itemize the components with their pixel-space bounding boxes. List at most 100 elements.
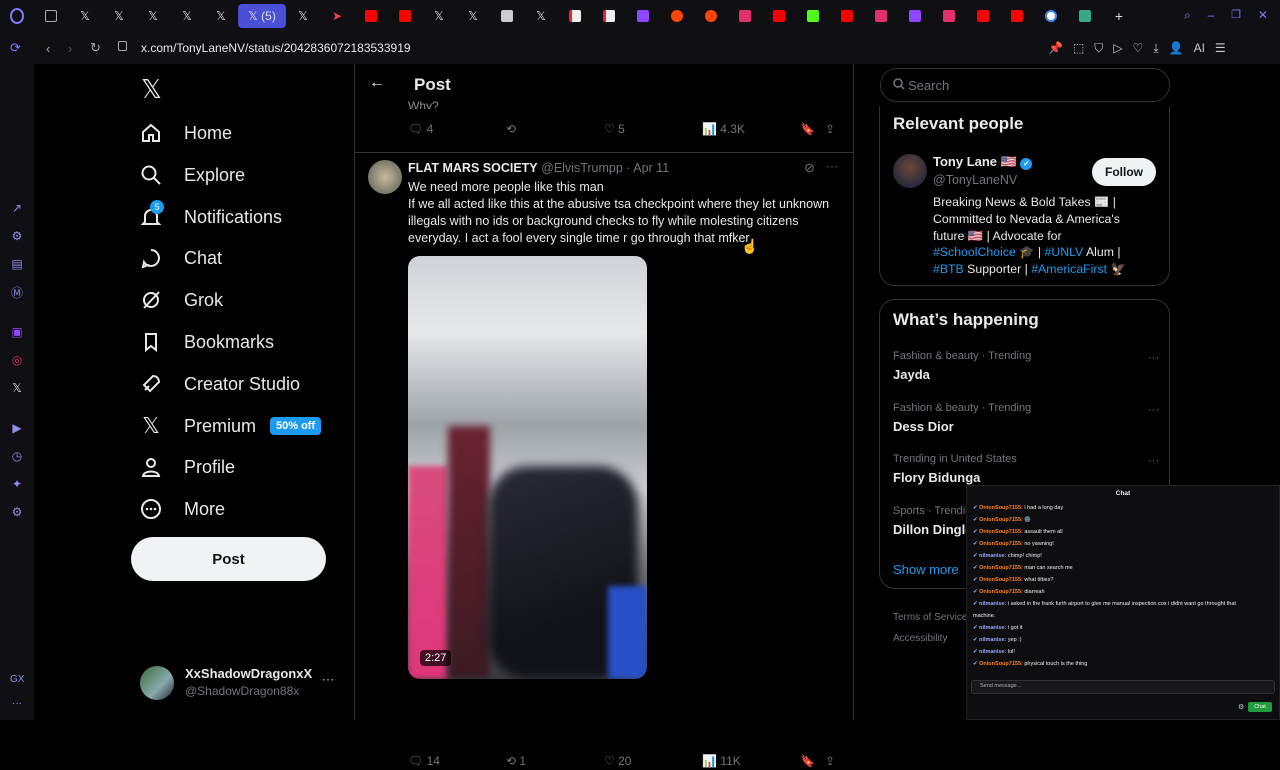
chat-username[interactable]: nilmanise: [979, 637, 1006, 643]
share-button[interactable]: ⇪ [825, 122, 835, 136]
reload-icon[interactable]: ↻ [90, 40, 101, 56]
more-dots-icon[interactable]: ··· [12, 698, 22, 709]
account-switcher[interactable]: XxShadowDragonxX @ShadowDragon88x ··· [140, 664, 340, 700]
tab-instagram[interactable] [728, 4, 762, 28]
grok-icon[interactable]: ⊘ [804, 160, 815, 176]
terms-link[interactable]: Terms of Service [893, 607, 967, 628]
bookmark-button[interactable]: 🔖 [800, 122, 815, 136]
snapshot-icon[interactable]: ⬚ [1073, 41, 1084, 56]
tab-kick[interactable] [796, 4, 830, 28]
aria-icon[interactable]: ↗ [0, 194, 34, 222]
tab-x-active[interactable]: 𝕏 (5) [238, 4, 286, 28]
nav-notifications[interactable]: 5 Notifications [138, 197, 282, 237]
twitch-icon[interactable]: ▣ [0, 318, 34, 346]
trend-more-icon[interactable]: ··· [1148, 352, 1159, 364]
extensions-icon[interactable]: ✦ [0, 470, 34, 498]
search-tabs-icon[interactable]: ⌕ [1184, 8, 1191, 24]
chat-username[interactable]: nilmanise: [979, 649, 1006, 655]
tab-file[interactable] [592, 4, 626, 28]
like-button[interactable]: ♡ 5 [604, 122, 625, 136]
repost-button[interactable]: ⟲ [506, 122, 516, 136]
nav-creator-studio[interactable]: Creator Studio [138, 364, 300, 404]
nav-premium[interactable]: 𝕏 Premium 50% off [138, 406, 322, 446]
shield-icon[interactable]: ⛉ [1094, 41, 1103, 56]
post-button[interactable]: Post [131, 537, 326, 581]
views-button[interactable]: 📊 4.3K [702, 122, 745, 136]
tab-youtube[interactable] [830, 4, 864, 28]
chat-username[interactable]: OnionSoup7155: [979, 541, 1023, 547]
reply-button[interactable]: 🗨 4 [408, 122, 433, 136]
tab-youtube[interactable] [966, 4, 1000, 28]
tab-x[interactable]: 𝕏 [422, 4, 456, 28]
chat-username[interactable]: OnionSoup7155: [979, 577, 1023, 583]
stack-icon[interactable]: ▤ [0, 250, 34, 278]
restore-icon[interactable]: ❐ [1231, 8, 1241, 24]
tab-x[interactable]: 𝕏 [204, 4, 238, 28]
tab-image[interactable] [34, 4, 68, 28]
tab-x[interactable]: 𝕏 [286, 4, 320, 28]
sync-icon[interactable]: ⟳ [10, 40, 21, 56]
chat-username[interactable]: OnionSoup7155: [979, 517, 1023, 523]
tab-twitch[interactable] [626, 4, 660, 28]
tab-x[interactable]: 𝕏 [456, 4, 490, 28]
tab-x[interactable]: 𝕏 [136, 4, 170, 28]
x-logo-icon[interactable]: 𝕏 [141, 74, 162, 105]
tab-instagram[interactable] [864, 4, 898, 28]
back-icon[interactable]: ‹ [46, 41, 50, 56]
chat-input[interactable]: Send message... [971, 680, 1275, 694]
show-more-link[interactable]: Show more [893, 562, 959, 577]
tab-image[interactable] [1068, 4, 1102, 28]
chat-username[interactable]: OnionSoup7155: [979, 505, 1023, 511]
history-icon[interactable]: ◷ [0, 442, 34, 470]
relevant-handle[interactable]: @TonyLaneNV [933, 173, 1017, 187]
hashtag-link[interactable]: #AmericaFirst [1031, 262, 1107, 276]
reply-button[interactable]: 🗨 14 [408, 754, 440, 768]
chat-send-button[interactable]: Chat [1248, 702, 1272, 712]
like-button[interactable]: ♡ 20 [604, 754, 631, 768]
profile-icon[interactable]: 👤 [1169, 41, 1184, 56]
account-more-icon[interactable]: ··· [322, 672, 334, 686]
tab-google[interactable] [1034, 4, 1068, 28]
play-icon[interactable]: ▷ [1113, 41, 1122, 56]
new-tab-plus-icon[interactable]: + [1102, 4, 1136, 28]
tab-x[interactable]: 𝕏 [524, 4, 558, 28]
chat-username[interactable]: OnionSoup7155: [979, 565, 1023, 571]
bot-icon[interactable]: ⚙ [0, 222, 34, 250]
trend-more-icon[interactable]: ··· [1148, 404, 1159, 416]
close-icon[interactable]: ✕ [1258, 8, 1268, 24]
menu-icon[interactable]: ☰ [1215, 41, 1226, 56]
post-author[interactable]: FLAT MARS SOCIETY [408, 161, 538, 175]
post-date[interactable]: · Apr 11 [626, 161, 669, 175]
relevant-name[interactable]: Tony Lane 🇺🇸 [933, 154, 1017, 169]
tab-x[interactable]: 𝕏 [68, 4, 102, 28]
x-icon[interactable]: 𝕏 [0, 374, 34, 402]
ai-button[interactable]: AI [1194, 41, 1205, 56]
gx-label[interactable]: GX [10, 674, 24, 685]
nav-home[interactable]: Home [138, 113, 232, 153]
settings-icon[interactable]: ⚙ [0, 498, 34, 526]
pin-icon[interactable]: 📌 [1048, 41, 1063, 56]
share-button[interactable]: ⇪ [825, 754, 835, 768]
tab-youtube[interactable] [388, 4, 422, 28]
post-more-icon[interactable]: ··· [826, 159, 838, 173]
tab-x[interactable]: 𝕏 [102, 4, 136, 28]
chat-username[interactable]: OnionSoup7155: [979, 589, 1023, 595]
nav-more[interactable]: More [138, 489, 225, 529]
chat-username[interactable]: OnionSoup7155: [979, 529, 1023, 535]
tab-file[interactable] [558, 4, 592, 28]
hashtag-link[interactable]: #UNLV [1044, 245, 1083, 259]
opera-logo-icon[interactable] [0, 4, 34, 28]
bookmark-button[interactable]: 🔖 [800, 754, 815, 768]
views-button[interactable]: 📊 11K [702, 754, 741, 768]
tab-youtube[interactable] [1000, 4, 1034, 28]
post-avatar[interactable] [368, 160, 402, 194]
hashtag-link[interactable]: #BTB [933, 262, 964, 276]
tab-reddit[interactable] [694, 4, 728, 28]
post-video[interactable]: 2:27 [408, 256, 647, 679]
nav-explore[interactable]: Explore [138, 155, 245, 195]
player-icon[interactable]: ▶ [0, 414, 34, 442]
tab-instagram[interactable] [932, 4, 966, 28]
instagram-icon[interactable]: ◎ [0, 346, 34, 374]
trend-more-icon[interactable]: ··· [1148, 455, 1159, 467]
heart-icon[interactable]: ♡ [1133, 41, 1144, 56]
